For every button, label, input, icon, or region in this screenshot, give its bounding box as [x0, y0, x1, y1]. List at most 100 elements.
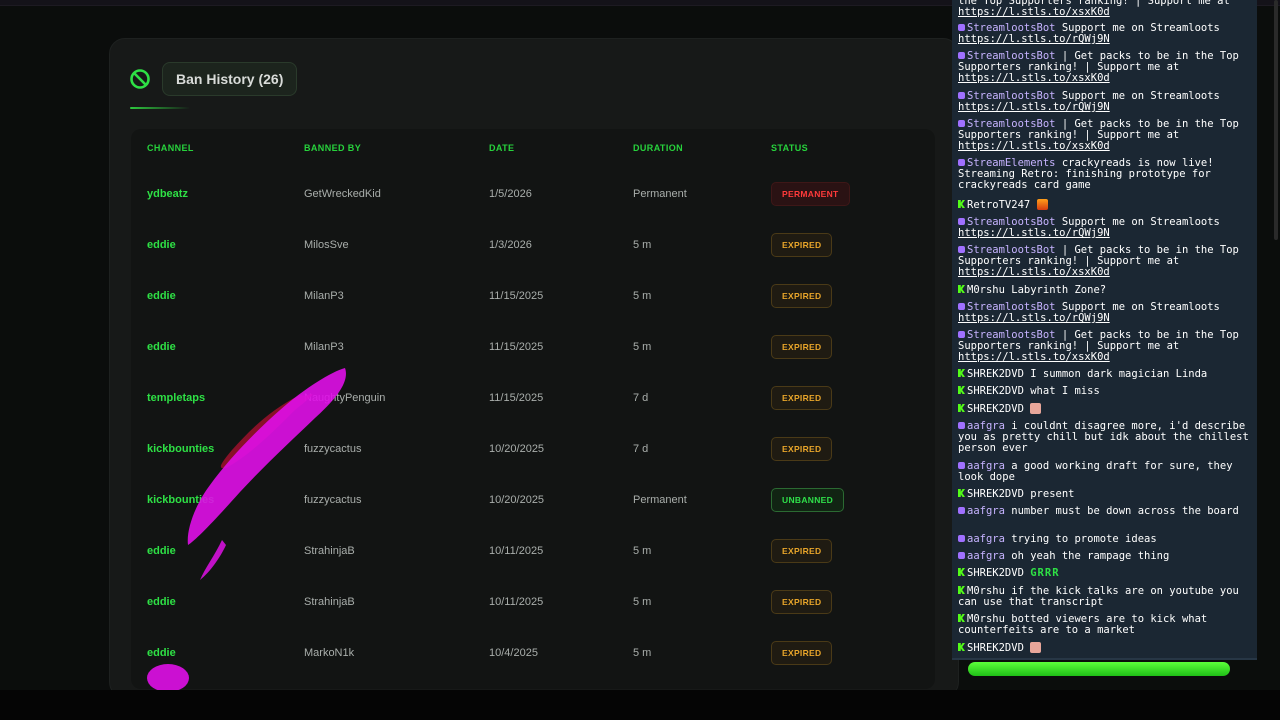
chat-username[interactable]: aafgra [967, 533, 1005, 545]
chat-username[interactable]: SHREK2DVD [967, 385, 1024, 397]
fire-emote-icon [1036, 199, 1048, 210]
chat-link[interactable]: https://l.stls.to/rQWj9N [958, 101, 1110, 113]
column-header-status: STATUS [771, 143, 809, 153]
chat-link[interactable]: https://l.stls.to/xsxK0d [958, 351, 1110, 363]
status-badge: EXPIRED [771, 589, 833, 614]
ban-history-header: Ban History (26) [129, 62, 298, 96]
table-row: kickbounties fuzzycactus 10/20/2025 Permane… [131, 474, 935, 525]
ban-duration: 5 m [633, 289, 652, 302]
chat-link[interactable]: https://l.stls.to/rQWj9N [958, 33, 1110, 45]
chat-username[interactable]: aafgra [967, 505, 1005, 517]
chat-message: M0rshu botted viewers are to kick what c… [958, 614, 1250, 636]
ban-date: 11/15/2025 [489, 340, 544, 353]
twitch-platform-icon [958, 507, 965, 514]
kick-platform-icon [958, 614, 965, 622]
twitch-platform-icon [958, 552, 965, 559]
bottom-bar [0, 690, 1280, 720]
chat-username[interactable]: RetroTV247 [967, 199, 1030, 211]
twitch-platform-icon [958, 52, 965, 59]
banned-by-name: MilanP3 [304, 340, 344, 353]
chat-username[interactable]: SHREK2DVD [967, 642, 1024, 654]
banned-by-name: fuzzycactus [304, 442, 362, 455]
ban-icon [129, 68, 151, 90]
chat-message-text: trying to promote ideas [1011, 533, 1157, 545]
table-row: eddie StrahinjaB 10/11/2025 5 m EXPIRED [131, 576, 935, 627]
chat-message: SHREK2DVD what I miss [958, 386, 1250, 397]
chat-link[interactable]: https://l.stls.to/rQWj9N [958, 227, 1110, 239]
ban-date: 10/4/2025 [489, 646, 538, 659]
chat-username[interactable]: M0rshu [967, 284, 1005, 296]
table-header: CHANNEL BANNED BY DATE DURATION STATUS [131, 129, 935, 167]
table-row: eddie MilanP3 11/15/2025 5 m EXPIRED [131, 321, 935, 372]
face-emote-icon [1030, 642, 1042, 653]
twitch-platform-icon [958, 422, 965, 429]
kick-platform-icon [958, 285, 965, 293]
ban-duration: 5 m [633, 595, 652, 608]
channel-link[interactable]: ydbeatz [147, 188, 188, 200]
twitch-platform-icon [958, 462, 965, 469]
chat-link[interactable]: https://l.stls.to/xsxK0d [958, 6, 1110, 18]
table-row: eddie MarkoN1k 10/4/2025 5 m EXPIRED [131, 627, 935, 678]
banned-by-name: GetWreckedKid [304, 187, 381, 200]
ban-history-title[interactable]: Ban History (26) [162, 62, 298, 96]
chat-message-text: Labyrinth Zone? [1011, 284, 1107, 296]
chat-message-text: I summon dark magician Linda [1030, 368, 1208, 380]
chat-input-bar[interactable] [968, 662, 1230, 676]
chat-link[interactable]: https://l.stls.to/xsxK0d [958, 266, 1110, 278]
banned-by-name: NaughtyPenguin [304, 391, 386, 404]
chat-message-text: present [1030, 488, 1075, 500]
column-header-channel: CHANNEL [147, 143, 194, 153]
chat-link[interactable]: https://l.stls.to/xsxK0d [958, 140, 1110, 152]
chat-link[interactable]: https://l.stls.to/xsxK0d [958, 72, 1110, 84]
channel-link[interactable]: eddie [147, 239, 176, 251]
table-row: eddie MilanP3 11/15/2025 5 m EXPIRED [131, 270, 935, 321]
chat-message: M0rshu if the kick talks are on youtube … [958, 586, 1250, 608]
banned-by-name: StrahinjaB [304, 544, 355, 557]
tab-underline [130, 107, 190, 109]
grrr-emote: GRRR [1030, 567, 1060, 579]
ban-duration: 5 m [633, 646, 652, 659]
channel-link[interactable]: eddie [147, 647, 176, 659]
chat-link[interactable]: https://l.stls.to/rQWj9N [958, 312, 1110, 324]
chat-message: StreamlootsBot Support me on Streamloots… [958, 91, 1250, 113]
channel-link[interactable]: eddie [147, 290, 176, 302]
ban-date: 10/11/2025 [489, 595, 544, 608]
chat-message: the Top Supporters ranking! | Support me… [958, 0, 1250, 18]
status-badge: EXPIRED [771, 232, 833, 257]
column-header-date: DATE [489, 143, 515, 153]
channel-link[interactable]: eddie [147, 341, 176, 353]
kick-platform-icon [958, 586, 965, 594]
channel-link[interactable]: eddie [147, 545, 176, 557]
channel-link[interactable]: kickbounties [147, 443, 214, 455]
banned-by-name: StrahinjaB [304, 595, 355, 608]
status-badge: EXPIRED [771, 640, 833, 665]
chat-username[interactable]: SHREK2DVD [967, 368, 1024, 380]
ban-history-table: CHANNEL BANNED BY DATE DURATION STATUS y… [131, 129, 935, 689]
twitch-platform-icon [958, 218, 965, 225]
ban-duration: Permanent [633, 493, 687, 506]
chat-username[interactable]: SHREK2DVD [967, 403, 1024, 415]
kick-platform-icon [958, 369, 965, 377]
chat-username[interactable]: aafgra [967, 550, 1005, 562]
twitch-platform-icon [958, 246, 965, 253]
twitch-platform-icon [958, 120, 965, 127]
channel-link[interactable]: templetaps [147, 392, 205, 404]
chat-message: StreamlootsBot | Get packs to be in the … [958, 119, 1250, 152]
ban-duration: 7 d [633, 391, 649, 404]
channel-link[interactable]: eddie [147, 596, 176, 608]
chat-scrollbar[interactable] [1274, 0, 1278, 240]
chat-message: StreamlootsBot | Get packs to be in the … [958, 245, 1250, 278]
channel-link[interactable]: kickbounties [147, 494, 214, 506]
ban-date: 10/20/2025 [489, 442, 545, 455]
chat-username[interactable]: SHREK2DVD [967, 488, 1024, 500]
chat-message: StreamlootsBot Support me on Streamloots… [958, 217, 1250, 239]
chat-username[interactable]: SHREK2DVD [967, 567, 1024, 579]
column-header-banned-by: BANNED BY [304, 143, 362, 153]
status-badge: EXPIRED [771, 385, 833, 410]
twitch-platform-icon [958, 159, 965, 166]
twitch-platform-icon [958, 303, 965, 310]
column-header-duration: DURATION [633, 143, 684, 153]
chat-message: SHREK2DVD GRRR [958, 568, 1250, 579]
chat-message: M0rshu Labyrinth Zone? [958, 285, 1250, 296]
status-badge: EXPIRED [771, 283, 833, 308]
